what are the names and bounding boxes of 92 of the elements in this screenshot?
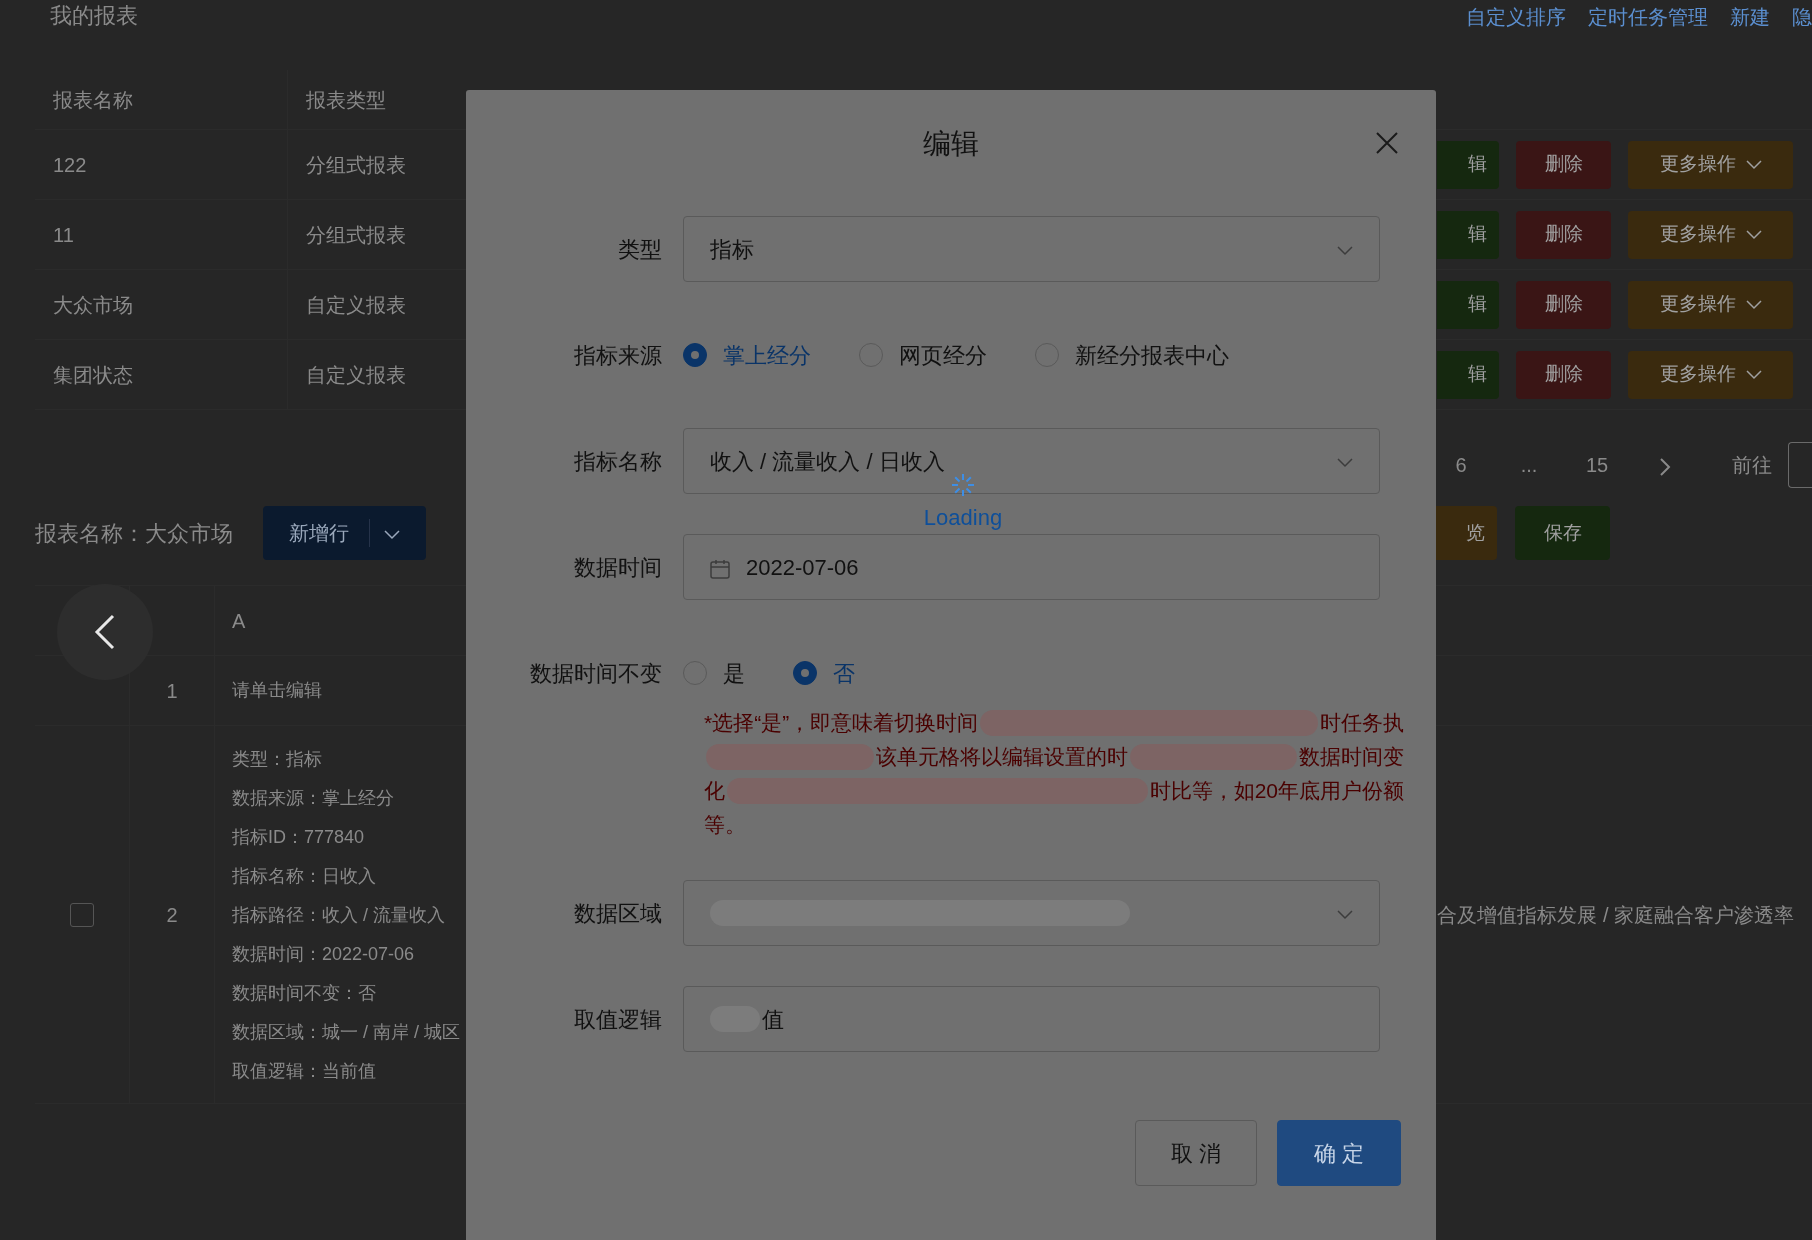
chevron-left-icon	[94, 614, 116, 650]
radio-option[interactable]: 否	[793, 656, 855, 690]
radio-option[interactable]: 掌上经分	[683, 338, 811, 372]
table-cell: 大众市场	[35, 270, 288, 339]
calendar-icon	[710, 558, 730, 579]
delete-button[interactable]: 删除	[1516, 350, 1611, 399]
table-cell: 11	[35, 200, 288, 269]
cell-text: 指标名称：日收入	[232, 865, 377, 888]
page-link[interactable]: ...	[1498, 450, 1560, 480]
delete-button[interactable]: 删除	[1516, 140, 1611, 189]
table-cell-text: 自定义报表	[305, 362, 407, 388]
cell-text: 数据区域：城一 / 南岸 / 城区	[232, 1021, 461, 1044]
table-cell-text: 分组式报表	[305, 222, 407, 248]
radio-option[interactable]: 新经分报表中心	[1035, 338, 1229, 372]
header-link[interactable]: 自定义排序	[1466, 2, 1566, 32]
field-label: 数据区域	[573, 899, 663, 928]
column-header: 报表名称	[35, 70, 288, 129]
report-name: 报表名称：大众市场	[35, 519, 233, 548]
cell-text: 数据时间：2022-07-06	[232, 943, 416, 966]
add-row-button[interactable]: 新增行	[263, 506, 426, 560]
confirm-button[interactable]: 确 定	[1277, 1120, 1401, 1186]
cell-text: 取值逻辑：当前值	[232, 1060, 377, 1083]
header-link[interactable]: 新建	[1730, 2, 1770, 32]
column-header: A	[231, 608, 247, 634]
edit-button[interactable]: 辑	[1437, 140, 1499, 189]
radio-option[interactable]: 网页经分	[859, 338, 987, 372]
warning-text: 时任务执	[1320, 710, 1404, 736]
cell-text: 数据来源：掌上经分	[232, 787, 395, 810]
warning-text: 化	[704, 778, 725, 804]
select-field[interactable]: 收入 / 流量收入 / 日收入	[683, 428, 1380, 494]
radio-option[interactable]: 是	[683, 656, 745, 690]
delete-button[interactable]: 删除	[1516, 280, 1611, 329]
caret-icon	[1745, 369, 1762, 380]
preview-button[interactable]: 览	[1435, 506, 1497, 560]
caret-icon	[1337, 457, 1353, 468]
caret-icon	[1745, 229, 1762, 240]
input-field[interactable]: 值	[683, 986, 1380, 1052]
warning-text: 时比等，如20年底用户份额	[1149, 778, 1404, 804]
delete-button[interactable]: 删除	[1516, 210, 1611, 259]
caret-icon	[1337, 245, 1353, 256]
table-cell-text: 分组式报表	[305, 152, 407, 178]
warning-text: 该单元格将以编辑设置的时	[875, 744, 1128, 770]
cancel-button[interactable]: 取 消	[1135, 1120, 1257, 1186]
table-cell: 集团状态	[35, 340, 288, 409]
caret-icon	[1337, 909, 1353, 920]
select-field[interactable]: 指标	[683, 216, 1380, 282]
column-header: 报表类型	[305, 87, 387, 113]
more-actions-button[interactable]: 更多操作	[1628, 350, 1793, 399]
cell-text: 指标路径：收入 / 流量收入	[232, 904, 446, 927]
page-link[interactable]: 15	[1566, 450, 1628, 480]
field-label: 数据时间	[573, 553, 663, 582]
radio-button[interactable]	[683, 343, 707, 367]
radio-button[interactable]	[793, 661, 817, 685]
close-icon	[1374, 129, 1400, 156]
more-actions-button[interactable]: 更多操作	[1628, 210, 1793, 259]
select-field[interactable]	[683, 880, 1380, 946]
page-input[interactable]	[1788, 442, 1812, 488]
field-label: 指标来源	[573, 341, 663, 370]
field-label: 类型	[617, 235, 663, 264]
warning-text: *选择“是”，即意味着切换时间	[704, 710, 979, 736]
cell-text: 类型：指标	[232, 748, 323, 771]
caret-icon	[1745, 159, 1762, 170]
checkbox[interactable]	[70, 902, 94, 927]
edit-button[interactable]: 辑	[1437, 350, 1499, 399]
next-page-icon[interactable]	[1659, 456, 1671, 477]
more-actions-button[interactable]: 更多操作	[1628, 280, 1793, 329]
cell-text: 数据时间不变：否	[232, 982, 377, 1005]
caret-icon	[384, 529, 400, 540]
row-number: 2	[130, 726, 215, 1103]
warning-text: 等。	[704, 812, 746, 838]
cell-text: 指标ID：777840	[232, 826, 366, 849]
warning-text: 数据时间变	[1299, 744, 1404, 770]
save-button[interactable]: 保存	[1515, 506, 1610, 560]
field-label: 指标名称	[573, 447, 663, 476]
header-link[interactable]: 定时任务管理	[1588, 2, 1708, 32]
field-label: 取值逻辑	[573, 1005, 663, 1034]
edit-button[interactable]: 辑	[1437, 210, 1499, 259]
date-field[interactable]: 2022-07-06	[683, 534, 1380, 600]
spinner-icon	[951, 473, 975, 497]
cell-text: 请单击编辑	[232, 679, 322, 702]
more-actions-button[interactable]: 更多操作	[1628, 140, 1793, 189]
loading-text: Loading	[923, 505, 1003, 531]
field-label: 数据时间不变	[529, 659, 663, 688]
table-cell: 122	[35, 130, 288, 199]
cell-text: 合及增值指标发展 / 家庭融合客户渗透率	[1437, 902, 1795, 928]
goto-label: 前往	[1732, 453, 1772, 478]
caret-icon	[1745, 299, 1762, 310]
dialog-title: 编辑	[923, 127, 979, 161]
edit-button[interactable]: 辑	[1437, 280, 1499, 329]
header-link[interactable]: 隐	[1792, 2, 1812, 32]
page-title: 我的报表	[50, 2, 138, 30]
table-cell-text: 自定义报表	[305, 292, 407, 318]
